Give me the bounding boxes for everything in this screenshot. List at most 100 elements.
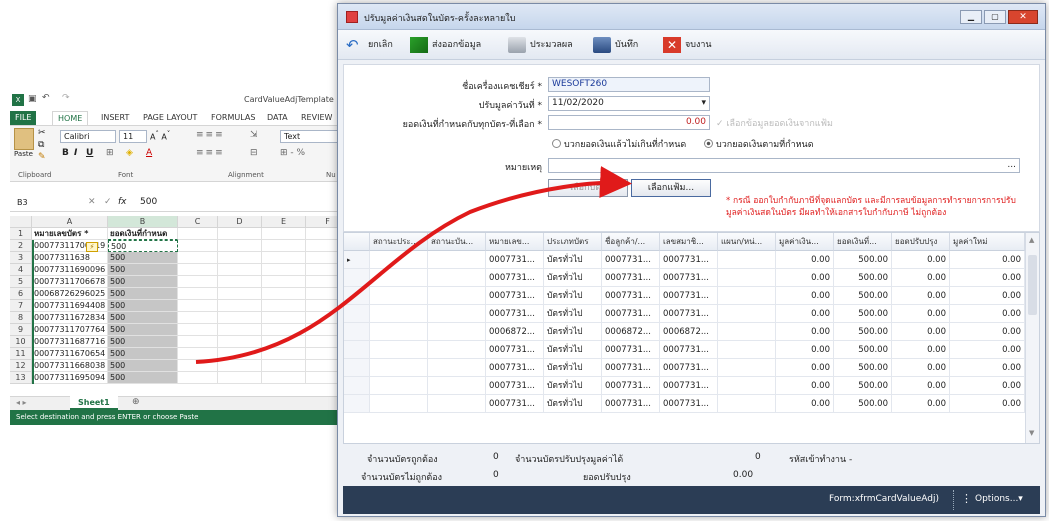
grid-cell[interactable]: 500.00 (834, 269, 892, 287)
grid-cell[interactable] (370, 323, 428, 341)
grid-header[interactable]: หมายเลข... (486, 233, 544, 251)
grid-cell[interactable]: 0006872... (486, 323, 544, 341)
grid-cell[interactable] (428, 359, 486, 377)
cell-empty[interactable] (262, 348, 306, 360)
grid-cell[interactable] (428, 377, 486, 395)
cell-empty[interactable] (218, 252, 262, 264)
grid-cell[interactable] (370, 305, 428, 323)
tab-file[interactable]: FILE (10, 111, 37, 125)
grid-cell[interactable]: 0007731... (486, 341, 544, 359)
cell-empty[interactable] (306, 312, 340, 324)
export-button[interactable]: ส่งออกข้อมูล (410, 35, 481, 55)
grid-cell[interactable] (428, 305, 486, 323)
grid-cell[interactable] (718, 251, 776, 269)
amount-input[interactable]: 0.00 (548, 115, 710, 130)
borders-icon[interactable]: ⊞ (106, 148, 114, 158)
cell-empty[interactable] (262, 240, 306, 252)
cell-empty[interactable] (262, 336, 306, 348)
paste-options-icon[interactable]: ⚡ (86, 242, 98, 252)
row-header[interactable]: 8 (10, 312, 32, 324)
grid-cell[interactable]: 0007731... (602, 395, 660, 413)
grid-cell[interactable] (428, 269, 486, 287)
grid-cell[interactable]: 0007731... (602, 251, 660, 269)
grid-cell[interactable]: 0007731... (660, 269, 718, 287)
cell-b[interactable]: 500 (108, 264, 178, 276)
grid-cell[interactable]: บัตรทั่วไป (544, 341, 602, 359)
grid-cell[interactable]: 0.00 (950, 377, 1025, 395)
cell-empty[interactable] (306, 228, 340, 240)
grid-cell[interactable] (718, 359, 776, 377)
cell-empty[interactable] (306, 372, 340, 384)
cell-empty[interactable] (262, 360, 306, 372)
cell-empty[interactable] (178, 348, 218, 360)
cell-b[interactable]: 500 (108, 360, 178, 372)
grid-cell[interactable]: 0.00 (950, 323, 1025, 341)
grid-cell[interactable]: 0.00 (892, 287, 950, 305)
select-file-button[interactable]: เลือกแฟ้ม... (631, 179, 711, 197)
cell-b[interactable]: ยอดเงินที่กำหนด (108, 228, 178, 240)
scroll-thumb[interactable] (1028, 255, 1037, 315)
cell-empty[interactable] (178, 372, 218, 384)
grid-cell[interactable]: 500.00 (834, 305, 892, 323)
grid-cell[interactable]: 0007731... (602, 305, 660, 323)
grid-header[interactable]: ประเภทบัตร (544, 233, 602, 251)
grid-cell[interactable]: 500.00 (834, 251, 892, 269)
row-header[interactable]: 3 (10, 252, 32, 264)
grid-cell[interactable]: 0007731... (660, 305, 718, 323)
grid-cell[interactable] (370, 251, 428, 269)
cell-empty[interactable] (218, 336, 262, 348)
grid-cell[interactable]: 0007731... (602, 269, 660, 287)
cell-a[interactable]: 00077311670654 (32, 348, 108, 360)
row-header[interactable]: 6 (10, 288, 32, 300)
cell-empty[interactable] (306, 360, 340, 372)
row-header[interactable]: 13 (10, 372, 32, 384)
row-indicator[interactable] (344, 269, 370, 287)
wrap-text-icon[interactable]: ⇲ (250, 130, 258, 140)
grid-cell[interactable]: 0.00 (950, 269, 1025, 287)
cell-empty[interactable] (306, 276, 340, 288)
grid-cell[interactable]: 0.00 (892, 341, 950, 359)
process-button[interactable]: ประมวลผล (508, 35, 573, 55)
finish-button[interactable]: ✕ จบงาน (663, 35, 712, 55)
font-name-select[interactable]: Calibri (60, 130, 116, 143)
paste-label[interactable]: Paste (14, 150, 33, 158)
grid-cell[interactable]: 0007731... (486, 395, 544, 413)
grid-cell[interactable]: 0007731... (660, 377, 718, 395)
italic-icon[interactable]: I (74, 148, 77, 158)
cell-empty[interactable] (218, 348, 262, 360)
row-header[interactable]: 7 (10, 300, 32, 312)
cell-a[interactable]: 00077311695094 (32, 372, 108, 384)
tab-insert[interactable]: INSERT (96, 111, 134, 125)
grid-header[interactable]: สถานะประ... (370, 233, 428, 251)
grid-cell[interactable]: บัตรทั่วไป (544, 377, 602, 395)
grid-header[interactable]: สถานะบัน... (428, 233, 486, 251)
maximize-button[interactable]: ▢ (984, 10, 1006, 24)
cell-empty[interactable] (218, 264, 262, 276)
cancel-button[interactable]: ↶ ยกเลิก (346, 35, 393, 55)
column-header-d[interactable]: D (218, 216, 262, 228)
grid-cell[interactable]: บัตรทั่วไป (544, 395, 602, 413)
grid-header[interactable]: ยอดเงินที่... (834, 233, 892, 251)
row-header[interactable]: 5 (10, 276, 32, 288)
row-indicator[interactable] (344, 359, 370, 377)
cell-empty[interactable] (262, 288, 306, 300)
font-size-select[interactable]: 11 (119, 130, 147, 143)
cell-a[interactable]: 00077311706678 (32, 276, 108, 288)
grid-cell[interactable]: 0007731... (660, 341, 718, 359)
row-header[interactable]: 4 (10, 264, 32, 276)
cell-empty[interactable] (218, 300, 262, 312)
align-top-icon[interactable]: ≡≡≡ (196, 130, 225, 140)
grid-cell[interactable]: 0007731... (660, 395, 718, 413)
grid-cell[interactable]: 0.00 (776, 287, 834, 305)
cell-empty[interactable] (306, 252, 340, 264)
radio-as-specified[interactable]: บวกยอดเงินตามที่กำหนด (704, 137, 814, 151)
column-header-b[interactable]: B (108, 216, 178, 228)
row-indicator[interactable] (344, 287, 370, 305)
grid-cell[interactable]: 0.00 (776, 305, 834, 323)
grid-cell[interactable]: 0007731... (486, 359, 544, 377)
grid-cell[interactable]: 0.00 (950, 287, 1025, 305)
grid-cell[interactable]: 0.00 (892, 323, 950, 341)
grid-cell[interactable]: 500.00 (834, 377, 892, 395)
number-format-select[interactable]: Text (280, 130, 338, 143)
column-header-a[interactable]: A (32, 216, 108, 228)
